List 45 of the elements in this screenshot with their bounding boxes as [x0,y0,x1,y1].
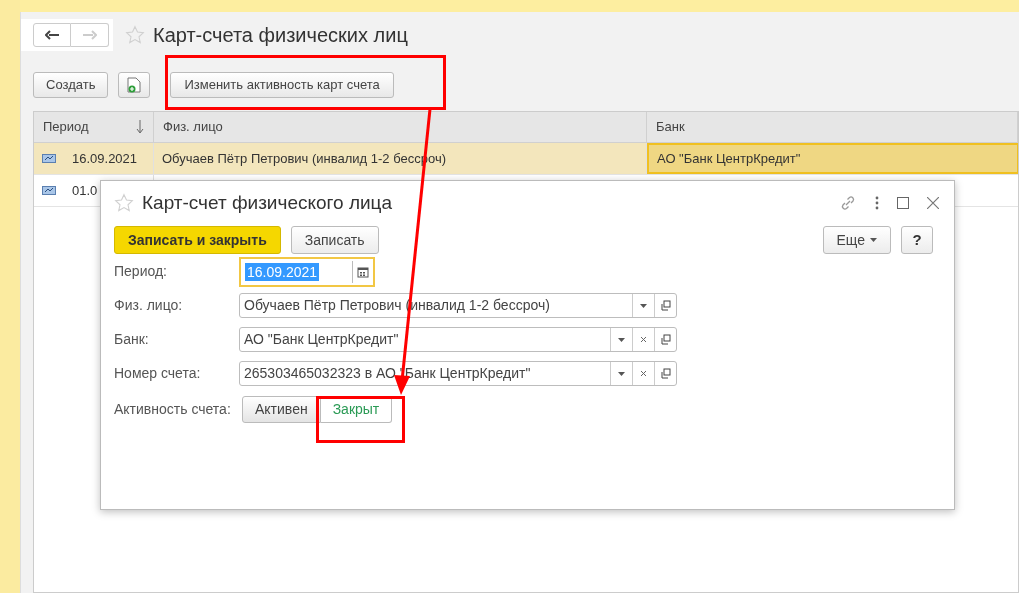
sort-arrow-icon [136,120,144,134]
column-header[interactable]: Период [34,112,154,142]
clear-icon[interactable] [640,370,647,377]
column-header[interactable]: Физ. лицо [154,112,647,142]
dropdown-icon[interactable] [618,337,625,342]
field-value: 16.09.2021 [245,262,320,281]
select-field[interactable]: АО "Банк ЦентрКредит" [239,327,677,352]
open-icon[interactable] [660,368,671,379]
dropdown-icon[interactable] [618,371,625,376]
open-icon[interactable] [660,300,671,311]
more-button[interactable]: Еще [822,226,891,254]
field-label: Физ. лицо: [114,296,184,315]
column-header[interactable]: Банк [647,112,1018,142]
toggle-option[interactable]: Активен [242,395,321,423]
star-icon[interactable] [125,25,145,45]
close-icon[interactable] [927,197,939,209]
add-document-button[interactable] [118,72,151,98]
field-label: Период: [114,262,168,281]
help-button[interactable]: ? [901,226,933,254]
open-icon[interactable] [660,334,671,345]
dropdown-icon[interactable] [640,303,647,308]
create-button[interactable]: Создать [33,72,109,98]
maximize-icon[interactable] [897,197,909,209]
change-activity-button[interactable]: Изменить активность карт счета [170,72,394,98]
page-title: Карт-счета физических лиц [153,23,408,48]
table-cell: 16.09.2021 [34,143,154,174]
back-arrow-icon [45,30,59,40]
field-label: Активность счета: [114,399,232,419]
field-value: АО "Банк ЦентрКредит" [243,330,400,349]
save-button[interactable]: Записать [290,226,379,254]
field-label: Номер счета: [114,364,202,383]
calendar-icon[interactable] [357,265,369,278]
star-icon[interactable] [114,193,134,213]
clear-icon[interactable] [640,336,647,343]
link-icon[interactable] [839,194,857,212]
save-and-close-button[interactable]: Записать и закрыть [114,226,281,254]
more-menu-icon[interactable] [875,196,879,210]
record-icon [42,154,56,163]
document-plus-icon [127,77,142,93]
forward-arrow-icon [82,30,97,40]
record-icon [42,186,56,195]
table-cell: АО "Банк ЦентрКредит" [647,143,1018,174]
field-label: Банк: [114,330,150,349]
back-button[interactable] [33,23,71,47]
caret-icon [870,238,877,242]
